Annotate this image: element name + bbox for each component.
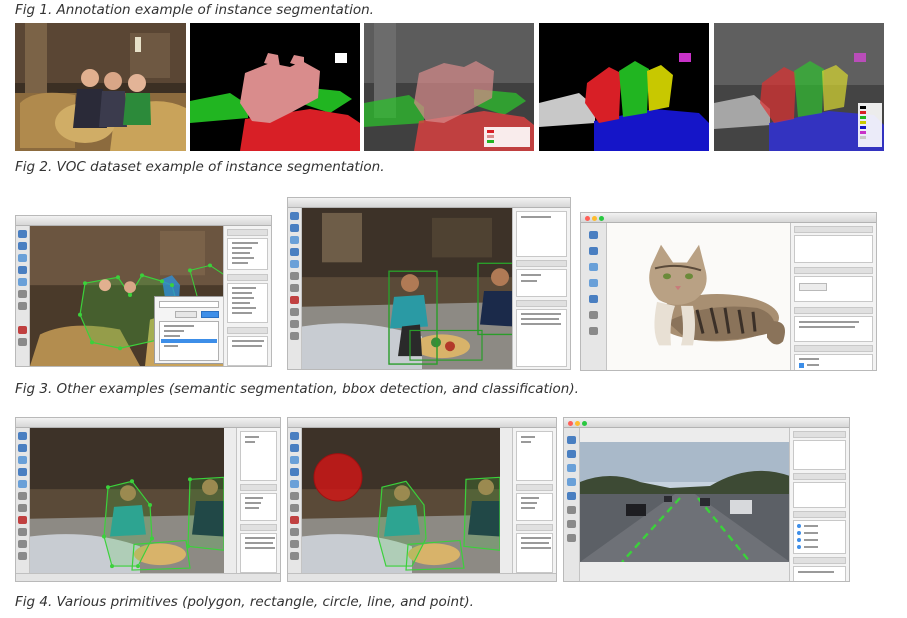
checkbox-icons[interactable] <box>794 354 873 370</box>
fig2-caption: Fig 2. VOC dataset example of instance s… <box>15 159 385 175</box>
fig4-line-point-window <box>563 417 850 582</box>
fig1-caption: Fig 1. Annotation example of instance se… <box>15 2 374 18</box>
fig4-circle-window <box>287 417 557 582</box>
fig1-instance-mask <box>539 23 709 151</box>
fig3-bbox-detection-window <box>287 197 571 370</box>
fig1-instance-overlay <box>714 23 884 151</box>
fig4-polygon-window <box>15 417 281 582</box>
fig1-original-photo <box>15 23 186 151</box>
fig1-class-overlay <box>364 23 534 151</box>
fig3-semantic-segmentation-window <box>15 215 272 367</box>
label-dialog[interactable] <box>154 296 224 364</box>
fig4-caption: Fig 4. Various primitives (polygon, rect… <box>15 594 474 610</box>
fig3-caption: Fig 3. Other examples (semantic segmenta… <box>15 381 579 397</box>
tool-icons <box>16 226 30 366</box>
fig1-class-mask <box>190 23 360 151</box>
fig3-classification-window <box>580 212 877 371</box>
